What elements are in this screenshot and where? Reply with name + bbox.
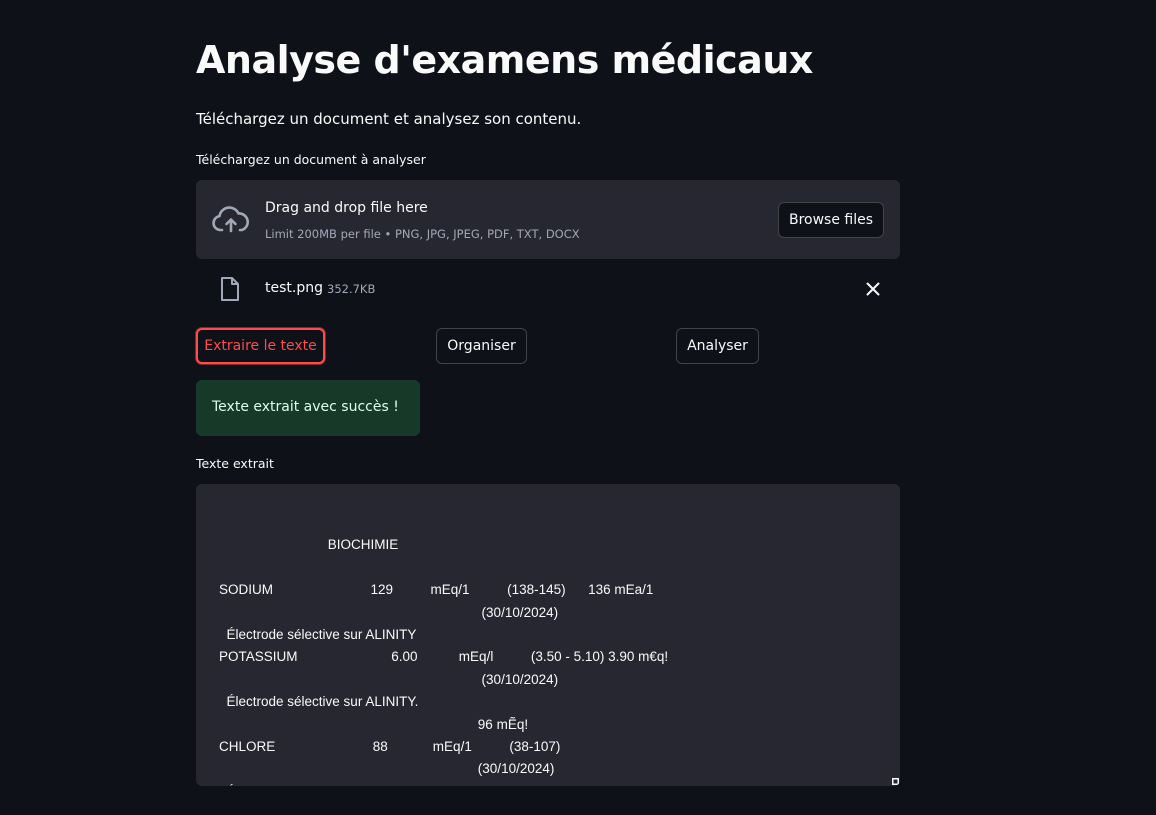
uploaded-file-name: test.png — [265, 280, 323, 296]
analyze-button[interactable]: Analyser — [676, 328, 759, 364]
close-icon[interactable] — [862, 278, 884, 300]
extract-text-button[interactable]: Extraire le texte — [196, 328, 325, 364]
dropzone-title: Drag and drop file here — [265, 200, 428, 216]
file-icon — [221, 277, 239, 301]
dropzone-limit-text: Limit 200MB per file • PNG, JPG, JPEG, P… — [265, 227, 580, 241]
uploaded-file-size: 352.7KB — [327, 282, 376, 296]
extracted-text-area[interactable]: BIOCHIMIE SODIUM 129 mEq/1 (138-145) 136… — [196, 484, 900, 786]
page-title: Analyse d'examens médicaux — [196, 38, 813, 82]
file-dropzone[interactable]: Drag and drop file here Limit 200MB per … — [196, 180, 900, 259]
page-subtitle: Téléchargez un document et analysez son … — [196, 110, 582, 128]
uploaded-file-row: test.png 352.7KB — [196, 270, 900, 308]
success-alert: Texte extrait avec succès ! — [196, 380, 420, 436]
resize-handle-icon[interactable] — [892, 778, 899, 785]
extracted-text-content: BIOCHIMIE SODIUM 129 mEq/1 (138-145) 136… — [219, 537, 669, 786]
uploader-label: Téléchargez un document à analyser — [196, 152, 426, 167]
browse-files-button[interactable]: Browse files — [778, 202, 884, 238]
organize-button[interactable]: Organiser — [436, 328, 527, 364]
extracted-text-label: Texte extrait — [196, 456, 274, 471]
cloud-upload-icon — [212, 206, 249, 233]
